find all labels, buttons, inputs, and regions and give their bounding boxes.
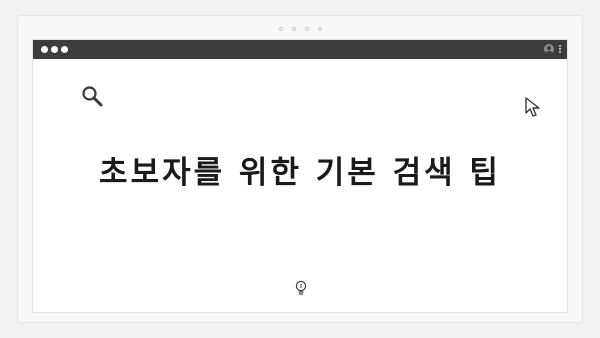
window-controls bbox=[41, 46, 68, 53]
user-account-icon[interactable] bbox=[544, 44, 554, 54]
browser-window: 초보자를 위한 기본 검색 팁 bbox=[33, 40, 567, 312]
page-title: 초보자를 위한 기본 검색 팁 bbox=[99, 155, 501, 191]
more-vertical-icon[interactable] bbox=[559, 45, 561, 53]
window-maximize-button[interactable] bbox=[61, 46, 68, 53]
frame-dot bbox=[278, 27, 283, 31]
cursor-arrow-icon bbox=[525, 97, 540, 117]
window-minimize-button[interactable] bbox=[51, 46, 58, 53]
search-icon bbox=[82, 86, 103, 107]
window-close-button[interactable] bbox=[41, 46, 48, 53]
title-bar-actions bbox=[544, 44, 561, 54]
lightbulb-icon bbox=[295, 280, 307, 295]
frame-dot bbox=[317, 27, 322, 31]
frame-dot bbox=[304, 27, 309, 31]
title-bar bbox=[33, 40, 567, 59]
frame-top-dots bbox=[18, 27, 582, 31]
frame-dot bbox=[291, 27, 296, 31]
